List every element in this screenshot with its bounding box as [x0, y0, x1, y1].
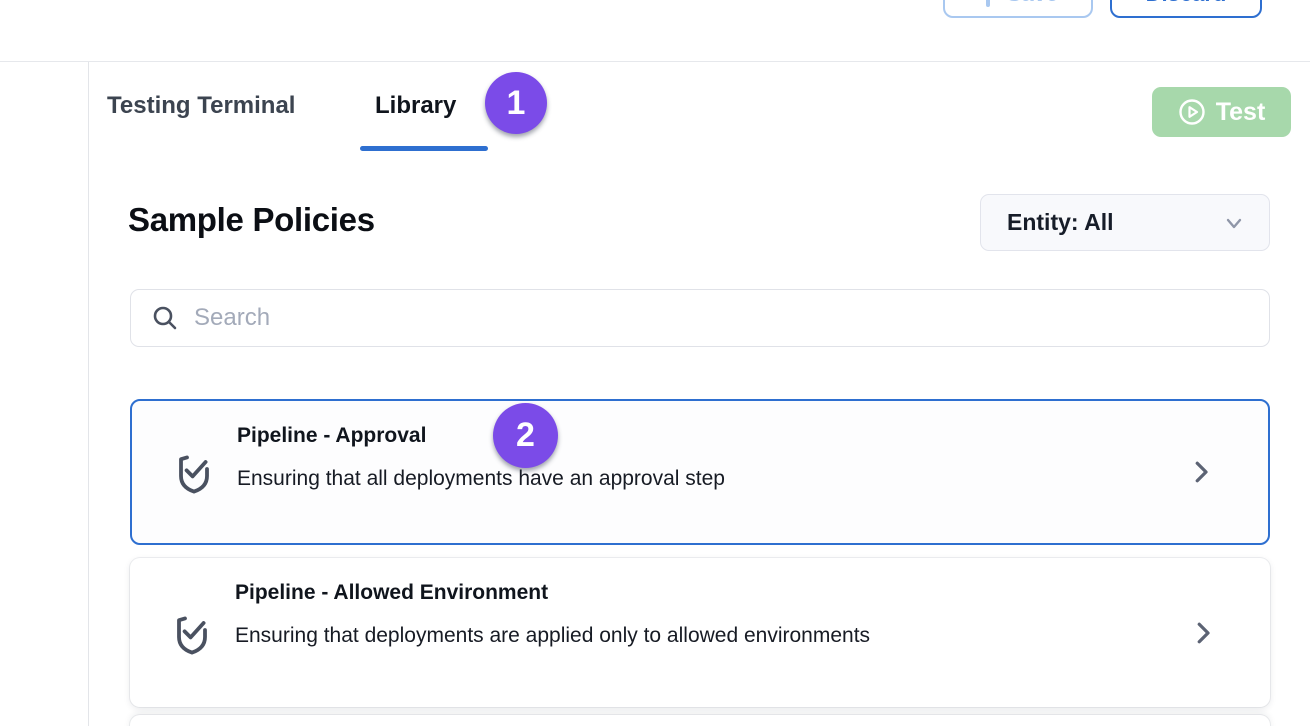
discard-button-label: Discard: [1146, 0, 1227, 7]
page-title: Sample Policies: [128, 201, 375, 239]
policy-card-pipeline-approval[interactable]: Pipeline - Approval Ensuring that all de…: [130, 399, 1270, 545]
save-button[interactable]: Save: [943, 0, 1093, 18]
top-bar: Save Discard: [0, 0, 1310, 62]
policy-library-page: Save Discard Testing Terminal Library 1 …: [0, 0, 1310, 726]
test-button-label: Test: [1216, 98, 1266, 127]
annotation-step-2-badge: 2: [493, 403, 558, 468]
discard-button[interactable]: Discard: [1110, 0, 1262, 18]
active-tab-underline: [360, 146, 488, 151]
policy-card-partial[interactable]: [130, 715, 1270, 726]
chevron-right-icon: [1188, 618, 1218, 648]
entity-filter-dropdown[interactable]: Entity: All: [980, 194, 1270, 251]
policy-card-text: Pipeline - Approval Ensuring that all de…: [237, 425, 725, 490]
tab-testing-terminal[interactable]: Testing Terminal: [107, 92, 295, 120]
search-icon: [151, 304, 179, 332]
chevron-down-icon: [1221, 210, 1247, 236]
save-icon: [978, 0, 998, 9]
policy-card-pipeline-allowed-environment[interactable]: Pipeline - Allowed Environment Ensuring …: [130, 558, 1270, 707]
tab-library[interactable]: Library: [375, 92, 456, 120]
search-box: [130, 289, 1270, 347]
play-circle-icon: [1178, 98, 1206, 126]
shield-check-icon: [170, 448, 218, 496]
sidebar-divider: [88, 62, 89, 726]
policy-title: Pipeline - Approval: [237, 425, 725, 446]
policy-card-text: Pipeline - Allowed Environment Ensuring …: [235, 582, 870, 647]
policy-description: Ensuring that deployments are applied on…: [235, 624, 870, 647]
test-button[interactable]: Test: [1152, 87, 1291, 137]
shield-check-icon: [168, 609, 216, 657]
annotation-step-1-badge: 1: [485, 72, 547, 134]
search-input[interactable]: [194, 304, 1249, 332]
save-button-label: Save: [1007, 0, 1058, 7]
entity-filter-value: Entity: All: [1007, 209, 1113, 236]
policy-description: Ensuring that all deployments have an ap…: [237, 467, 725, 490]
chevron-right-icon: [1186, 457, 1216, 487]
policy-title: Pipeline - Allowed Environment: [235, 582, 870, 603]
